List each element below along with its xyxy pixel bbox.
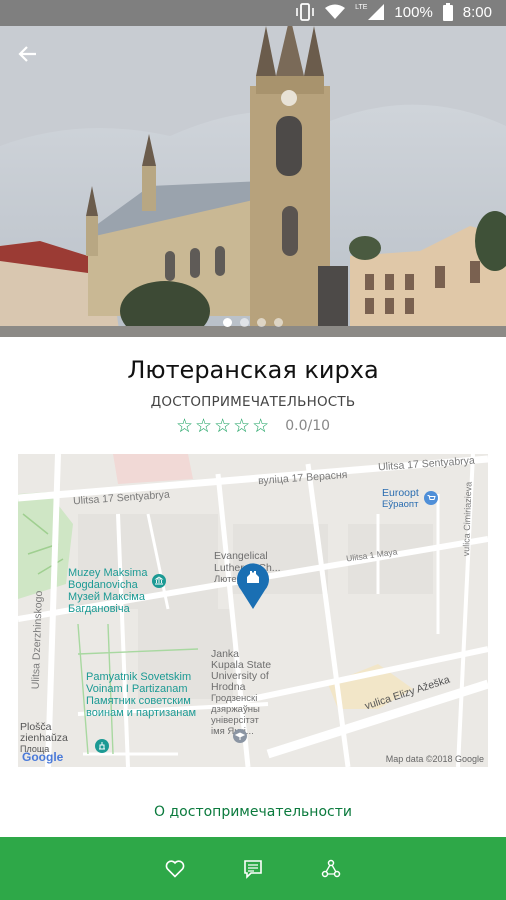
carousel-dot[interactable] bbox=[223, 318, 232, 327]
poi-university[interactable]: Janka Kupala State University of Hrodna … bbox=[211, 649, 271, 738]
status-bar: LTE 100% 8:00 bbox=[0, 0, 506, 26]
battery-percent: 100% bbox=[394, 3, 433, 21]
about-link[interactable]: О достопримечательности bbox=[0, 804, 506, 820]
star-outline-icon[interactable]: ☆ bbox=[195, 416, 212, 436]
carousel-dot[interactable] bbox=[274, 318, 283, 327]
poi-muzey[interactable]: Muzey Maksima Bogdanovicha Музей Максіма… bbox=[68, 567, 147, 615]
share-icon bbox=[321, 859, 341, 877]
star-outline-icon[interactable]: ☆ bbox=[176, 416, 193, 436]
battery-icon bbox=[442, 3, 453, 21]
map-marker-icon[interactable] bbox=[235, 562, 271, 610]
comment-icon bbox=[244, 859, 262, 879]
share-button[interactable] bbox=[311, 849, 351, 889]
network-type: LTE bbox=[355, 4, 368, 11]
poi-euroopt[interactable]: Euroopt Еўраопт bbox=[382, 487, 419, 510]
back-button[interactable] bbox=[18, 44, 50, 76]
clock: 8:00 bbox=[462, 3, 492, 21]
google-logo: Google bbox=[22, 750, 64, 764]
wifi-icon bbox=[325, 4, 346, 19]
rating-score: 0.0/10 bbox=[285, 418, 331, 434]
museum-icon bbox=[152, 574, 166, 588]
map-attribution: Map data ©2018 Google bbox=[385, 754, 484, 764]
star-outline-icon[interactable]: ☆ bbox=[233, 416, 250, 436]
carousel-dot[interactable] bbox=[240, 318, 249, 327]
favorite-button[interactable] bbox=[155, 849, 195, 889]
bottom-action-bar bbox=[0, 837, 506, 900]
place-category: ДОСТОПРИМЕЧАТЕЛЬНОСТЬ bbox=[150, 394, 356, 410]
heart-icon bbox=[165, 859, 185, 878]
hero-image[interactable] bbox=[0, 26, 506, 337]
poi-memorial[interactable]: Pamyatnik Sovetskim Voinam I Partizanam … bbox=[86, 671, 196, 719]
location-map[interactable]: Ulitsa 17 Sentyabrya вуліца 17 Верасня U… bbox=[18, 454, 488, 767]
monument-icon bbox=[95, 739, 109, 753]
shopping-cart-icon bbox=[424, 491, 438, 505]
arrow-back-icon bbox=[18, 46, 36, 62]
carousel-indicator bbox=[0, 318, 506, 327]
rating-row[interactable]: ☆ ☆ ☆ ☆ ☆ 0.0/10 bbox=[0, 416, 506, 436]
cell-signal-icon bbox=[368, 4, 385, 20]
school-icon bbox=[233, 729, 247, 743]
place-title: Лютеранская кирха bbox=[127, 356, 379, 384]
star-outline-icon[interactable]: ☆ bbox=[252, 416, 269, 436]
star-outline-icon[interactable]: ☆ bbox=[214, 416, 231, 436]
church-photo bbox=[0, 26, 506, 337]
carousel-dot[interactable] bbox=[257, 318, 266, 327]
reviews-button[interactable] bbox=[233, 849, 273, 889]
vibrate-icon bbox=[296, 3, 314, 21]
